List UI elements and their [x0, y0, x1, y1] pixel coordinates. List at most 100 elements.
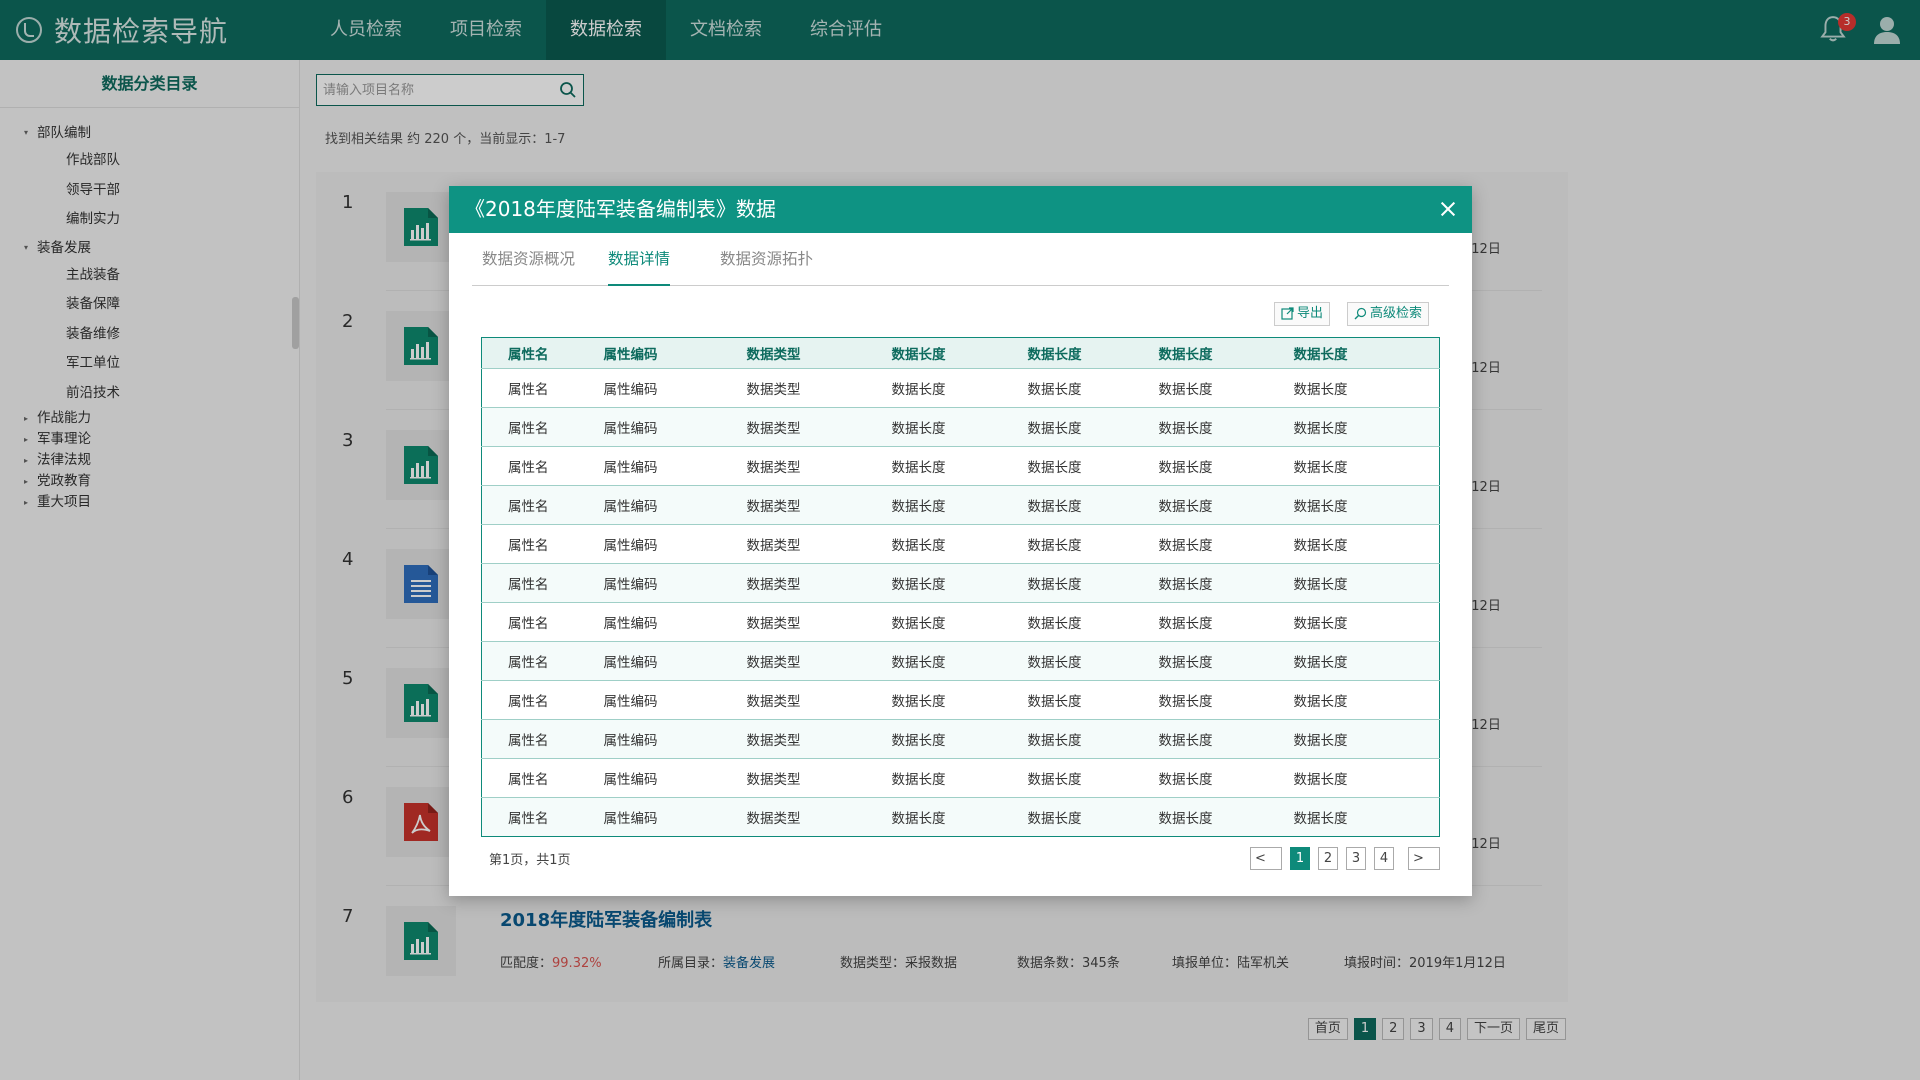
advanced-search-button[interactable]: 高级检索 [1347, 302, 1430, 326]
table-row: 属性名 属性编码 数据类型 数据长度 数据长度 数据长度 数据长度 [481, 368, 1440, 408]
tab-overview[interactable]: 数据资源概况 [482, 233, 575, 286]
table-cell: 数据类型 [746, 485, 892, 525]
table-cell: 数据类型 [746, 641, 892, 681]
table-cell: 数据长度 [1158, 524, 1294, 564]
table-cell: 数据长度 [1158, 485, 1294, 525]
table-cell: 数据长度 [1158, 602, 1294, 642]
data-detail-table: 属性名 属性编码 数据类型 数据长度 数据长度 数据长度 数据长度 属性名 属性编码 数据类型数… [481, 337, 1440, 837]
table-row: 属性名 属性编码 数据类型 数据长度 数据长度 数据长度 数据长度 [481, 446, 1440, 486]
table-cell: 数据类型 [746, 407, 892, 447]
table-cell: 数据长度 [1293, 368, 1440, 408]
table-cell: 数据长度 [1027, 641, 1159, 681]
export-button[interactable]: 导出 [1274, 302, 1331, 326]
data-detail-modal: 《2018年度陆军装备编制表》数据 数据资源概况 数据详情 数据资源拓扑 导出 … [449, 186, 1472, 896]
advanced-search-label: 高级检索 [1370, 306, 1423, 321]
table-cell: 数据长度 [1293, 797, 1440, 837]
table-cell: 数据长度 [891, 485, 1028, 525]
table-cell: 数据长度 [1293, 524, 1440, 564]
page-number-button[interactable]: 4 [1374, 847, 1394, 870]
table-cell: 属性名 [481, 680, 604, 720]
table-row: 属性名 属性编码 数据类型 数据长度 数据长度 数据长度 数据长度 [481, 719, 1440, 759]
column-header: 数据长度 [891, 337, 1028, 369]
table-cell: 数据长度 [1027, 797, 1159, 837]
table-cell: 数据长度 [891, 407, 1028, 447]
table-cell: 属性编码 [603, 719, 747, 759]
table-cell: 数据长度 [1027, 485, 1159, 525]
table-row: 属性名 属性编码 数据类型 数据长度 数据长度 数据长度 数据长度 [481, 407, 1440, 447]
table-cell: 数据长度 [1027, 719, 1159, 759]
modal-title: 《2018年度陆军装备编制表》数据 [465, 197, 776, 221]
table-cell: 属性编码 [603, 563, 747, 603]
table-cell: 数据长度 [1293, 641, 1440, 681]
table-cell: 数据长度 [1027, 446, 1159, 486]
table-row: 属性名 属性编码 数据类型 数据长度 数据长度 数据长度 数据长度 [481, 485, 1440, 525]
table-cell: 数据长度 [1293, 485, 1440, 525]
table-cell: 属性编码 [603, 602, 747, 642]
table-cell: 数据长度 [1027, 602, 1159, 642]
table-cell: 数据类型 [746, 680, 892, 720]
table-cell: 数据长度 [891, 797, 1028, 837]
table-cell: 数据长度 [1158, 368, 1294, 408]
table-row: 属性名 属性编码 数据类型 数据长度 数据长度 数据长度 数据长度 [481, 641, 1440, 681]
table-cell: 数据长度 [1158, 797, 1294, 837]
modal-page-info: 第1页，共1页 [489, 853, 571, 868]
table-cell: 数据类型 [746, 368, 892, 408]
table-cell: 数据类型 [746, 758, 892, 798]
table-cell: 属性名 [481, 407, 604, 447]
tab-topology[interactable]: 数据资源拓扑 [720, 233, 813, 286]
table-cell: 数据长度 [1158, 719, 1294, 759]
table-cell: 属性名 [481, 524, 604, 564]
table-cell: 数据长度 [891, 563, 1028, 603]
table-cell: 数据长度 [891, 446, 1028, 486]
table-cell: 数据长度 [1158, 641, 1294, 681]
table-cell: 数据长度 [1293, 680, 1440, 720]
table-cell: 属性名 [481, 719, 604, 759]
modal-pagination: < 1234 > [1244, 847, 1440, 870]
table-cell: 数据类型 [746, 446, 892, 486]
table-cell: 数据长度 [891, 719, 1028, 759]
table-cell: 属性编码 [603, 758, 747, 798]
next-page-button[interactable]: > [1408, 847, 1440, 870]
table-cell: 属性编码 [603, 524, 747, 564]
table-cell: 数据长度 [1027, 758, 1159, 798]
table-cell: 数据长度 [1027, 680, 1159, 720]
table-row: 属性名 属性编码 数据类型 数据长度 数据长度 数据长度 数据长度 [481, 563, 1440, 603]
page-number-button[interactable]: 3 [1346, 847, 1366, 870]
table-cell: 数据类型 [746, 524, 892, 564]
table-cell: 数据长度 [1293, 758, 1440, 798]
table-cell: 属性编码 [603, 407, 747, 447]
column-header: 数据长度 [1158, 337, 1294, 369]
table-cell: 属性名 [481, 602, 604, 642]
table-cell: 属性名 [481, 641, 604, 681]
table-cell: 属性名 [481, 797, 604, 837]
modal-tabs: 数据资源概况 数据详情 数据资源拓扑 [472, 233, 1449, 286]
table-cell: 属性名 [481, 758, 604, 798]
close-icon[interactable] [1438, 199, 1458, 219]
table-cell: 数据类型 [746, 797, 892, 837]
table-cell: 属性名 [481, 446, 604, 486]
tab-data-detail[interactable]: 数据详情 [608, 233, 671, 286]
table-cell: 数据长度 [1293, 407, 1440, 447]
table-cell: 属性名 [481, 485, 604, 525]
table-cell: 数据长度 [1293, 446, 1440, 486]
column-header: 数据长度 [1293, 337, 1440, 369]
table-cell: 数据长度 [891, 641, 1028, 681]
table-cell: 数据类型 [746, 563, 892, 603]
table-cell: 数据长度 [1293, 719, 1440, 759]
table-cell: 属性编码 [603, 368, 747, 408]
magnifier-icon [1354, 307, 1367, 320]
table-row: 属性名 属性编码 数据类型 数据长度 数据长度 数据长度 数据长度 [481, 680, 1440, 720]
table-cell: 数据长度 [1027, 563, 1159, 603]
page-number-button[interactable]: 2 [1318, 847, 1338, 870]
table-cell: 属性编码 [603, 797, 747, 837]
table-cell: 数据类型 [746, 602, 892, 642]
column-header: 数据类型 [746, 337, 892, 369]
table-cell: 数据长度 [891, 602, 1028, 642]
table-cell: 属性名 [481, 368, 604, 408]
modal-header: 《2018年度陆军装备编制表》数据 [449, 186, 1472, 233]
table-cell: 数据长度 [1027, 368, 1159, 408]
page-number-button[interactable]: 1 [1290, 847, 1310, 870]
table-cell: 数据长度 [891, 524, 1028, 564]
table-cell: 属性名 [481, 563, 604, 603]
prev-page-button[interactable]: < [1250, 847, 1282, 870]
